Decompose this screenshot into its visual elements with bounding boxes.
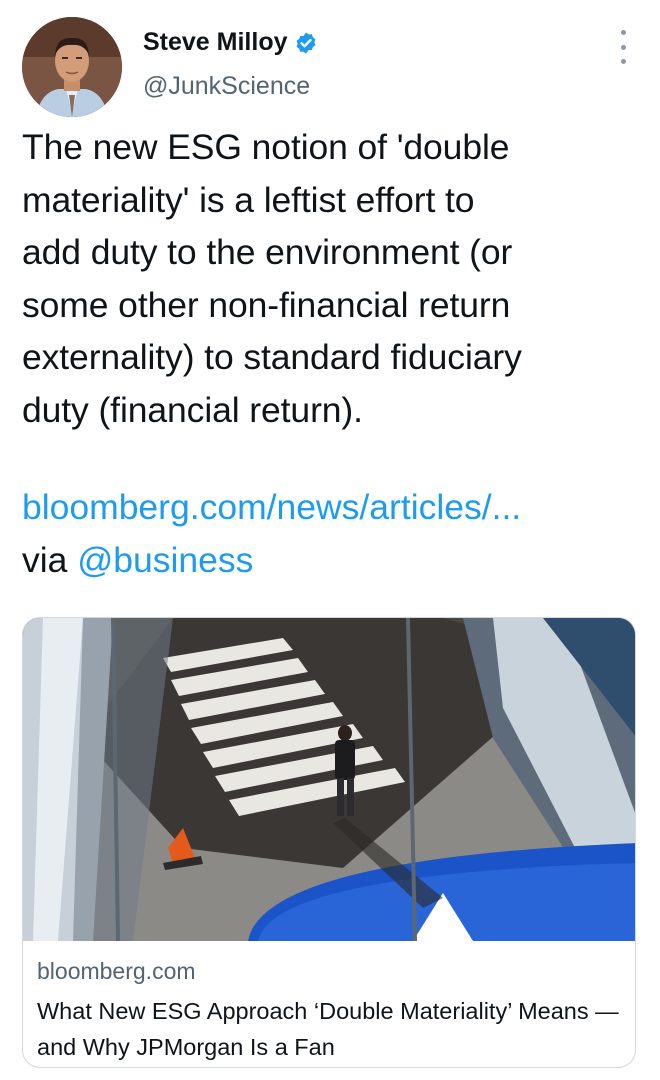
author-display-name[interactable]: Steve Milloy <box>143 28 288 57</box>
article-link[interactable]: bloomberg.com/news/articles/... <box>22 487 521 527</box>
author-name[interactable]: Steve Milloy <box>143 28 318 57</box>
tweet-text: The new ESG notion of 'double materialit… <box>22 127 522 430</box>
tweet-links: bloomberg.com/news/articles/... via @bus… <box>22 481 642 587</box>
business-mention-link[interactable]: @business <box>77 540 253 580</box>
author-handle[interactable]: @JunkScience <box>143 72 310 101</box>
avatar-image <box>22 17 122 117</box>
verified-badge-icon <box>296 32 315 53</box>
card-title[interactable]: What New ESG Approach ‘Double Materialit… <box>37 993 622 1065</box>
via-text: via <box>22 540 78 580</box>
more-options-icon[interactable] <box>612 30 634 64</box>
card-domain: bloomberg.com <box>37 958 196 984</box>
avatar[interactable] <box>22 17 122 117</box>
link-preview-card[interactable]: bloomberg.com What New ESG Approach ‘Dou… <box>22 617 636 1068</box>
street-crosswalk-photo <box>23 618 635 941</box>
